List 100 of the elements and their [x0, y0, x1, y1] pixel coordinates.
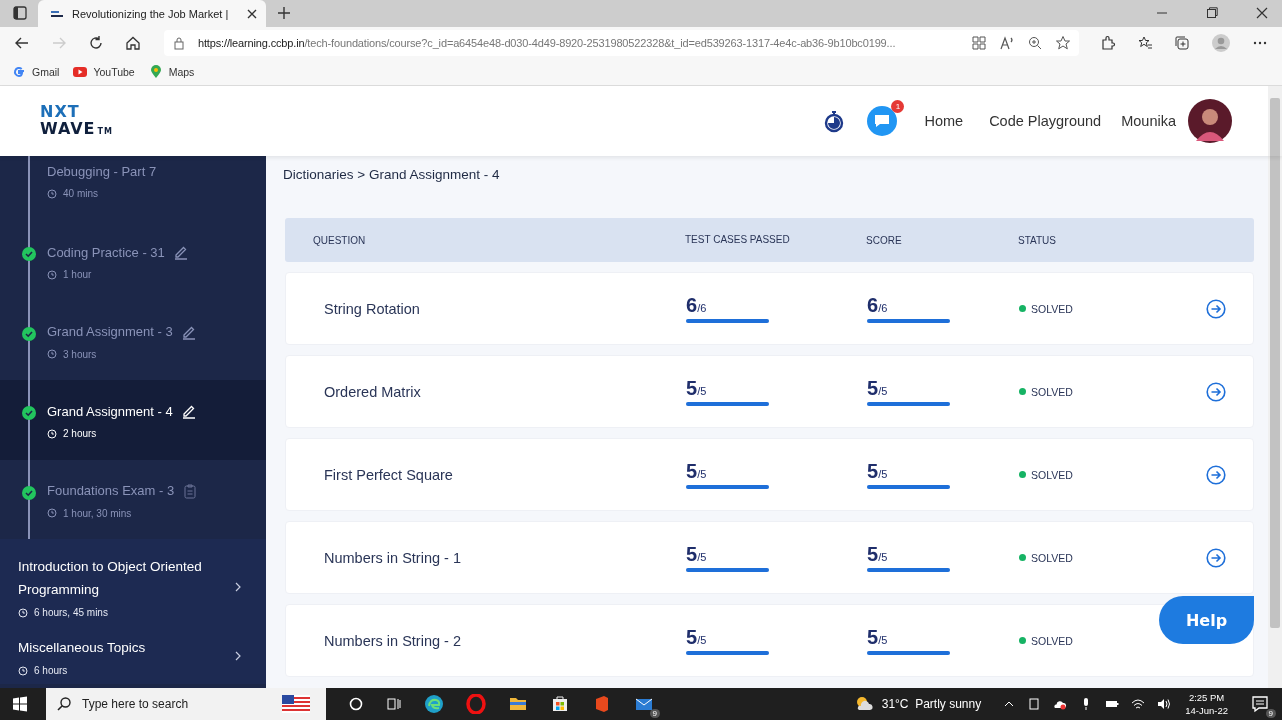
total-count: /5 — [697, 551, 707, 563]
topic-duration: 6 hours, 45 mins — [34, 607, 108, 618]
status-label: SOLVED — [1031, 385, 1073, 398]
status-label: SOLVED — [1031, 302, 1073, 315]
help-button[interactable]: Help — [1159, 596, 1254, 644]
lesson-title: Grand Assignment - 3 — [47, 324, 173, 339]
score-value: 5 — [867, 377, 879, 400]
topic-title: Miscellaneous Topics — [18, 639, 147, 657]
column-header: TEST CASES PASSED — [685, 234, 791, 246]
breadcrumb[interactable]: Dictionaries > Grand Assignment - 4 — [283, 166, 500, 182]
pencil-icon — [172, 244, 189, 260]
score-value: 5 — [867, 543, 879, 566]
column-header: STATUS — [1018, 234, 1057, 246]
clock[interactable]: 2:25 PM 14-Jun-22 — [1185, 691, 1228, 717]
question-title: Ordered Matrix — [323, 383, 422, 400]
topic-item[interactable]: Introduction to Object Oriented Programming 6 hours, 45 mins — [0, 539, 266, 626]
passed-count: 5 — [686, 460, 698, 483]
lesson-title: Debugging - Part 7 — [47, 164, 157, 179]
lesson-item[interactable]: Coding Practice - 31 1 hour — [0, 221, 266, 301]
score-total: /6 — [878, 302, 888, 314]
nav-link[interactable]: Code Playground — [989, 113, 1102, 129]
question-title: Numbers in String - 2 — [323, 632, 462, 649]
wifi-icon[interactable] — [1131, 697, 1146, 711]
weather-text[interactable]: 31°C Partly sunny — [881, 697, 982, 711]
clipboard-icon — [182, 482, 199, 499]
lock-icon — [172, 35, 186, 50]
total-count: /6 — [697, 302, 707, 314]
bookmark-link[interactable]: Maps — [148, 64, 195, 79]
topic-duration: 6 hours — [34, 665, 68, 676]
apps-icon[interactable] — [971, 34, 987, 51]
edge-icon[interactable] — [424, 694, 444, 714]
notification-icon[interactable] — [1250, 694, 1270, 714]
profile-icon[interactable] — [1211, 32, 1231, 53]
address-field[interactable]: https://learning.ccbp.in/tech-foundations/course?c_id=a6454e48-d030-4d49-8920-2531980522328&t_id=ed539263-1317-4e4c-ab36-9b10bc0199... — [164, 29, 1079, 56]
lesson-duration: 2 hours — [63, 428, 97, 439]
question-row[interactable]: Numbers in String - 1 5/5 5/5 SOLVED — [285, 521, 1254, 594]
task-view-icon[interactable] — [386, 696, 402, 712]
store-icon[interactable] — [550, 694, 570, 714]
restore-icon[interactable] — [1206, 7, 1218, 19]
lesson-item[interactable]: Grand Assignment - 4 2 hours — [0, 380, 266, 460]
passed-count: 5 — [686, 626, 698, 649]
pencil-icon — [180, 403, 197, 419]
start-icon[interactable] — [12, 696, 28, 712]
read-aloud-icon[interactable] — [999, 34, 1015, 51]
favorites-icon[interactable] — [1137, 34, 1153, 51]
zoom-icon[interactable] — [1027, 34, 1043, 51]
lesson-title: Foundations Exam - 3 — [47, 483, 175, 498]
question-row[interactable]: String Rotation 6/6 6/6 SOLVED — [285, 272, 1254, 345]
volume-icon[interactable] — [1157, 697, 1172, 711]
home-icon[interactable] — [125, 34, 141, 51]
lesson-duration: 1 hour — [63, 269, 92, 280]
favorite-icon[interactable] — [1055, 34, 1071, 51]
clock-icon — [47, 349, 57, 359]
clock-icon — [47, 428, 57, 439]
close-icon[interactable] — [246, 7, 258, 20]
tray-icon[interactable] — [1027, 697, 1042, 711]
avatar[interactable] — [1188, 99, 1232, 143]
new-tab-icon[interactable] — [276, 5, 292, 21]
score-value: 6 — [867, 294, 879, 317]
google-icon — [12, 64, 26, 79]
extensions-icon[interactable] — [1100, 34, 1116, 51]
tab-actions-icon[interactable] — [12, 5, 28, 21]
cortana-icon[interactable] — [348, 696, 364, 712]
mail-badge: 9 — [649, 709, 660, 718]
topic-item[interactable]: Miscellaneous Topics 6 hours — [0, 626, 266, 684]
logo[interactable]: NXT WAVE TM — [40, 102, 113, 140]
total-count: /5 — [697, 634, 707, 646]
bookmark-link[interactable]: Gmail — [12, 64, 60, 79]
arrow-right-icon[interactable] — [1206, 547, 1226, 568]
chat-icon[interactable] — [866, 105, 899, 137]
nav-link[interactable]: Home — [924, 113, 964, 129]
play-icon — [73, 64, 88, 79]
passed-count: 6 — [686, 294, 698, 317]
arrow-right-icon[interactable] — [1206, 381, 1226, 402]
lesson-title: Coding Practice - 31 — [47, 244, 165, 260]
lesson-item[interactable]: Grand Assignment - 3 3 hours — [0, 300, 266, 380]
total-count: /5 — [697, 385, 707, 397]
question-row[interactable]: Ordered Matrix 5/5 5/5 SOLVED — [285, 355, 1254, 428]
question-row[interactable]: First Perfect Square 5/5 5/5 SOLVED — [285, 438, 1254, 511]
lesson-item[interactable]: Debugging - Part 7 40 mins — [0, 156, 266, 221]
arrow-right-icon[interactable] — [1206, 464, 1226, 485]
notification-badge: 1 — [891, 100, 905, 113]
user-name[interactable]: Mounika — [1121, 113, 1176, 129]
clock-icon — [18, 665, 28, 676]
arrow-right-icon[interactable] — [1206, 298, 1226, 319]
score-total: /5 — [878, 385, 888, 397]
close-icon[interactable] — [1256, 7, 1268, 19]
clock-icon — [47, 269, 57, 280]
scrollbar[interactable] — [1268, 86, 1282, 688]
browser-tab[interactable]: Revolutionizing the Job Market | — [38, 0, 266, 27]
lesson-item[interactable]: Foundations Exam - 3 1 hour, 30 mins — [0, 459, 266, 539]
search-field[interactable]: Type here to search — [46, 688, 326, 720]
opera-icon[interactable] — [466, 694, 486, 714]
collections-icon[interactable] — [1174, 34, 1190, 51]
search-icon — [56, 696, 72, 712]
lesson-duration: 3 hours — [63, 348, 97, 360]
bookmark-link[interactable]: YouTube — [73, 64, 135, 79]
map-pin-icon — [148, 64, 163, 79]
refresh-icon[interactable] — [88, 34, 104, 51]
clock-icon — [18, 607, 28, 618]
